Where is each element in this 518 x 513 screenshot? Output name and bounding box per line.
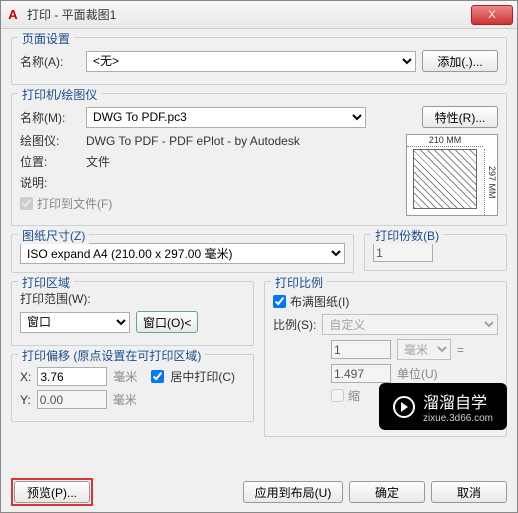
printer-name-label: 名称(M): xyxy=(20,109,80,126)
center-plot-label: 居中打印(C) xyxy=(170,368,235,385)
paper-width-label: 210 MM xyxy=(407,134,483,147)
plot-range-label: 打印范围(W): xyxy=(20,290,245,307)
window-title: 打印 - 平面裁图1 xyxy=(27,6,471,23)
paper-size-select[interactable]: ISO expand A4 (210.00 x 297.00 毫米) xyxy=(20,243,345,264)
scale-label: 比例(S): xyxy=(273,316,316,333)
offset-group: 打印偏移 (原点设置在可打印区域) X: 毫米 居中打印(C) Y: 毫米 xyxy=(11,354,254,422)
app-icon: A xyxy=(5,7,21,23)
print-to-file-label: 打印到文件(F) xyxy=(37,195,112,212)
scale-equals: = xyxy=(457,343,464,357)
scale-unit2-label: 单位(U) xyxy=(397,365,438,382)
center-plot-checkbox[interactable] xyxy=(151,370,164,383)
offset-x-unit: 毫米 xyxy=(113,368,137,385)
paper-size-label: 图纸尺寸(Z) xyxy=(18,227,89,244)
ok-button[interactable]: 确定 xyxy=(349,481,425,503)
offset-y-label: Y: xyxy=(20,393,31,407)
printer-group: 打印机/绘图仪 名称(M): DWG To PDF.pc3 特性(R)... 绘… xyxy=(11,93,507,226)
watermark-text: 溜溜自学 xyxy=(423,389,493,413)
shrink-label: 缩 xyxy=(348,387,360,404)
print-to-file-checkbox xyxy=(20,197,33,210)
copies-label: 打印份数(B) xyxy=(371,227,443,244)
fit-to-paper-checkbox[interactable] xyxy=(273,295,286,308)
offset-label: 打印偏移 (原点设置在可打印区域) xyxy=(18,347,205,364)
scale-unit-select: 毫米 xyxy=(397,339,451,360)
paper-hatch xyxy=(413,149,477,209)
copies-group: 打印份数(B) xyxy=(364,234,507,271)
offset-x-input[interactable] xyxy=(37,367,107,386)
apply-to-layout-button[interactable]: 应用到布局(U) xyxy=(243,481,343,503)
cancel-button[interactable]: 取消 xyxy=(431,481,507,503)
print-dialog: A 打印 - 平面裁图1 X 页面设置 名称(A): <无> 添加(.)... … xyxy=(0,0,518,513)
printer-properties-button[interactable]: 特性(R)... xyxy=(422,106,498,128)
plot-area-group: 打印区域 打印范围(W): 窗口 窗口(O)< xyxy=(11,281,254,346)
plotter-value: DWG To PDF - PDF ePlot - by Autodesk xyxy=(86,134,300,148)
paper-height-label: 297 MM xyxy=(484,149,497,215)
scale-denom-input xyxy=(331,364,391,383)
offset-x-label: X: xyxy=(20,370,31,384)
shrink-checkbox xyxy=(331,389,344,402)
page-name-select[interactable]: <无> xyxy=(86,51,416,72)
printer-name-select[interactable]: DWG To PDF.pc3 xyxy=(86,107,366,128)
offset-y-input xyxy=(37,390,107,409)
preview-button[interactable]: 预览(P)... xyxy=(14,481,90,503)
copies-input xyxy=(373,243,433,262)
page-setup-label: 页面设置 xyxy=(18,30,74,47)
scale-group-label: 打印比例 xyxy=(271,274,327,291)
add-button[interactable]: 添加(.)... xyxy=(422,50,498,72)
offset-y-unit: 毫米 xyxy=(113,391,137,408)
preview-highlight: 预览(P)... xyxy=(11,478,93,506)
scale-num-input xyxy=(331,340,391,359)
printer-group-label: 打印机/绘图仪 xyxy=(18,86,101,103)
description-label: 说明: xyxy=(20,174,80,191)
page-setup-group: 页面设置 名称(A): <无> 添加(.)... xyxy=(11,37,507,85)
plot-range-select[interactable]: 窗口 xyxy=(20,312,130,333)
location-label: 位置: xyxy=(20,153,80,170)
paper-preview: 210 MM 297 MM xyxy=(406,134,498,216)
play-icon xyxy=(393,396,415,418)
fit-to-paper-label: 布满图纸(I) xyxy=(290,293,349,310)
dialog-footer: 预览(P)... 应用到布局(U) 确定 取消 xyxy=(1,472,517,512)
page-name-label: 名称(A): xyxy=(20,53,80,70)
watermark: 溜溜自学 zixue.3d66.com xyxy=(379,383,507,430)
watermark-sub: zixue.3d66.com xyxy=(423,413,493,424)
window-pick-button[interactable]: 窗口(O)< xyxy=(136,311,198,333)
close-button[interactable]: X xyxy=(471,5,513,25)
scale-select: 自定义 xyxy=(322,314,498,335)
plotter-label: 绘图仪: xyxy=(20,132,80,149)
plot-area-label: 打印区域 xyxy=(18,274,74,291)
location-value: 文件 xyxy=(86,153,110,170)
paper-size-group: 图纸尺寸(Z) ISO expand A4 (210.00 x 297.00 毫… xyxy=(11,234,354,273)
titlebar: A 打印 - 平面裁图1 X xyxy=(1,1,517,29)
dialog-content: 页面设置 名称(A): <无> 添加(.)... 打印机/绘图仪 名称(M): … xyxy=(1,29,517,472)
